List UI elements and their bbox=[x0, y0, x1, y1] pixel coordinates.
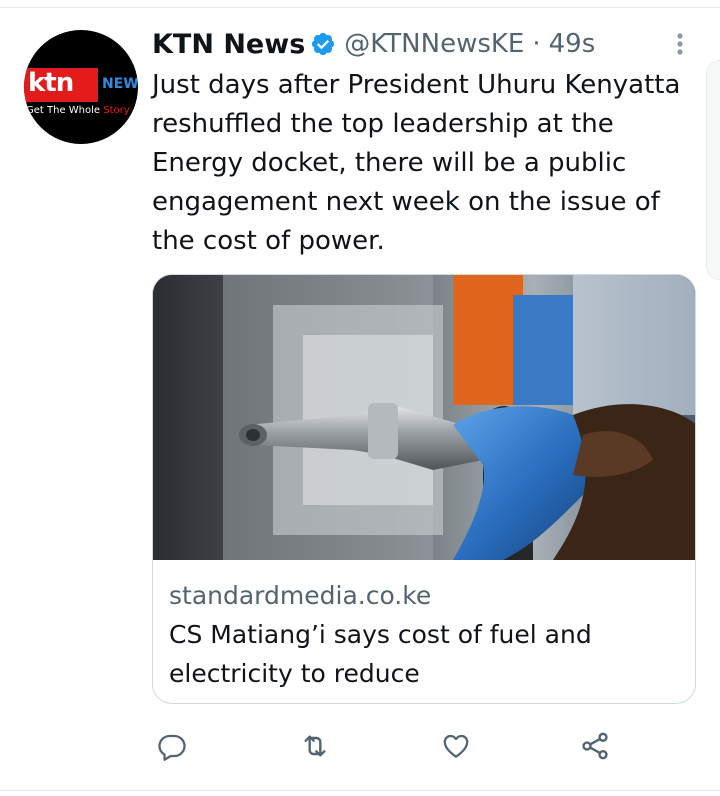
separator-dot: · bbox=[532, 29, 541, 59]
like-icon bbox=[443, 734, 469, 758]
logo-ktn-text: ktn bbox=[28, 68, 74, 98]
more-options-icon[interactable] bbox=[668, 30, 692, 58]
tweet-actions bbox=[152, 728, 696, 764]
bottom-divider bbox=[0, 790, 720, 791]
retweet-icon bbox=[304, 735, 326, 757]
fuel-nozzle-image bbox=[153, 275, 695, 560]
tweet-header: KTN News @KTNNewsKE · 49s bbox=[152, 26, 595, 62]
share-button[interactable] bbox=[577, 728, 613, 764]
tagline-red: Story bbox=[103, 105, 130, 116]
like-button[interactable] bbox=[438, 728, 474, 764]
display-name[interactable]: KTN News bbox=[152, 29, 305, 60]
tweet-text: Just days after President Uhuru Kenyatta… bbox=[152, 70, 681, 256]
card-image[interactable] bbox=[153, 275, 695, 560]
logo-news-text: NEWS bbox=[102, 76, 138, 92]
reply-icon bbox=[158, 734, 186, 761]
share-icon bbox=[582, 732, 608, 760]
tagline-white: Get The Whole bbox=[26, 105, 104, 116]
logo-tagline: Get The Whole Story bbox=[26, 105, 130, 117]
verified-badge-icon bbox=[312, 32, 335, 56]
card-title: CS Matiang’i says cost of fuel and elect… bbox=[169, 620, 592, 688]
retweet-button[interactable] bbox=[297, 728, 333, 764]
reply-button[interactable] bbox=[154, 728, 190, 764]
handle[interactable]: @KTNNewsKE bbox=[344, 29, 524, 59]
adjacent-card-edge bbox=[706, 60, 720, 280]
top-divider bbox=[0, 0, 720, 8]
link-card[interactable]: standardmedia.co.ke CS Matiang’i says co… bbox=[152, 274, 696, 704]
timestamp[interactable]: 49s bbox=[549, 29, 596, 59]
card-domain: standardmedia.co.ke bbox=[169, 581, 432, 610]
avatar[interactable]: ktn NEWS Get The Whole Story bbox=[24, 30, 138, 144]
